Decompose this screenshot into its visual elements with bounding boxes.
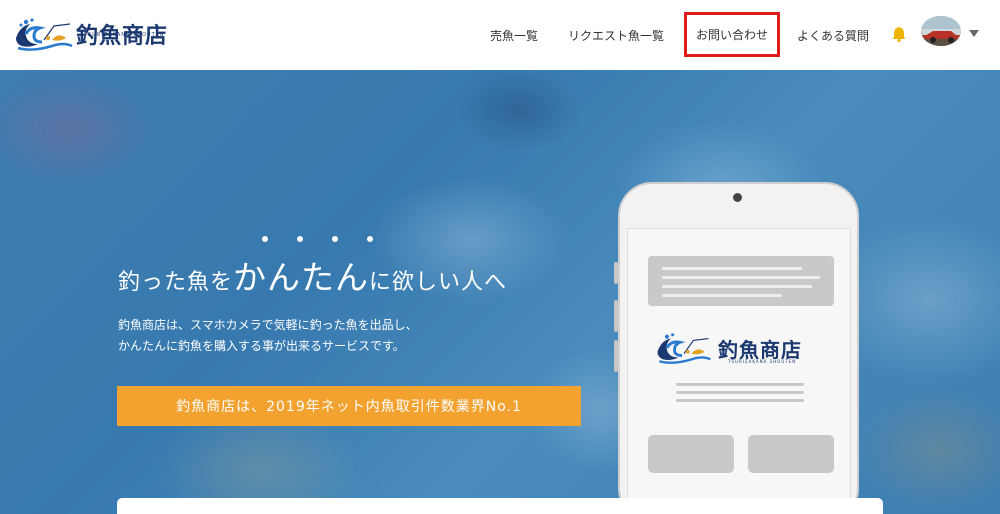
hero-description: 釣魚商店は、スマホカメラで気軽に釣った魚を出品し、 かんたんに釣魚を購入する事が… bbox=[118, 315, 418, 357]
site-header: 釣魚商店 TSURIZAKANA SHOUTEN 売魚一覧 リクエスト魚一覧 お… bbox=[0, 0, 1000, 70]
headline-suffix: に欲しい人へ bbox=[369, 270, 508, 295]
cta-banner-button[interactable]: 釣魚商店は、2019年ネット内魚取引件数業界No.1 bbox=[117, 386, 581, 426]
phone-side-button bbox=[614, 340, 618, 372]
placeholder-text-line bbox=[676, 383, 804, 386]
nav-faq[interactable]: よくある質問 bbox=[797, 27, 869, 44]
avatar[interactable] bbox=[921, 16, 961, 46]
nav-contact-label: お問い合わせ bbox=[695, 28, 768, 42]
placeholder-line bbox=[662, 267, 802, 270]
logo-subtitle: TSURIZAKANA SHOUTEN bbox=[84, 32, 165, 38]
nav-contact[interactable]: お問い合わせ bbox=[684, 12, 780, 57]
headline-prefix: 釣った魚を bbox=[118, 270, 234, 295]
hero-headline: 釣った魚をかんたんに欲しい人へ bbox=[118, 251, 507, 299]
emphasis-dots bbox=[262, 236, 382, 244]
phone-screen: 釣魚商店 TSURIZAKANA SHOUTEN bbox=[627, 228, 851, 514]
placeholder-line bbox=[662, 294, 782, 297]
description-line-1: 釣魚商店は、スマホカメラで気軽に釣った魚を出品し、 bbox=[118, 318, 418, 332]
placeholder-button bbox=[648, 435, 734, 473]
description-line-2: かんたんに釣魚を購入する事が出来るサービスです。 bbox=[118, 339, 405, 353]
placeholder-line bbox=[662, 276, 820, 279]
phone-mockup: 釣魚商店 TSURIZAKANA SHOUTEN bbox=[614, 182, 859, 514]
placeholder-button bbox=[748, 435, 834, 473]
placeholder-banner bbox=[648, 256, 834, 306]
nav-fish-for-sale[interactable]: 売魚一覧 bbox=[490, 27, 538, 44]
chevron-down-icon[interactable] bbox=[969, 30, 979, 37]
phone-side-button bbox=[614, 262, 618, 284]
phone-camera bbox=[733, 193, 742, 202]
headline-emphasis: かんたん bbox=[233, 258, 370, 297]
placeholder-text-line bbox=[676, 391, 804, 394]
placeholder-line bbox=[662, 285, 812, 288]
bell-icon[interactable] bbox=[892, 26, 906, 42]
screen-logo-subtitle: TSURIZAKANA SHOUTEN bbox=[728, 359, 797, 364]
content-card bbox=[117, 498, 883, 514]
logo-wave-icon bbox=[657, 333, 711, 364]
nav-requested-fish[interactable]: リクエスト魚一覧 bbox=[568, 27, 664, 44]
avatar-photo bbox=[921, 16, 961, 46]
logo-wave-icon bbox=[16, 18, 73, 51]
hero-section: 釣った魚をかんたんに欲しい人へ 釣魚商店は、スマホカメラで気軽に釣った魚を出品し… bbox=[0, 70, 1000, 514]
placeholder-text-line bbox=[676, 399, 804, 402]
phone-side-button bbox=[614, 300, 618, 332]
